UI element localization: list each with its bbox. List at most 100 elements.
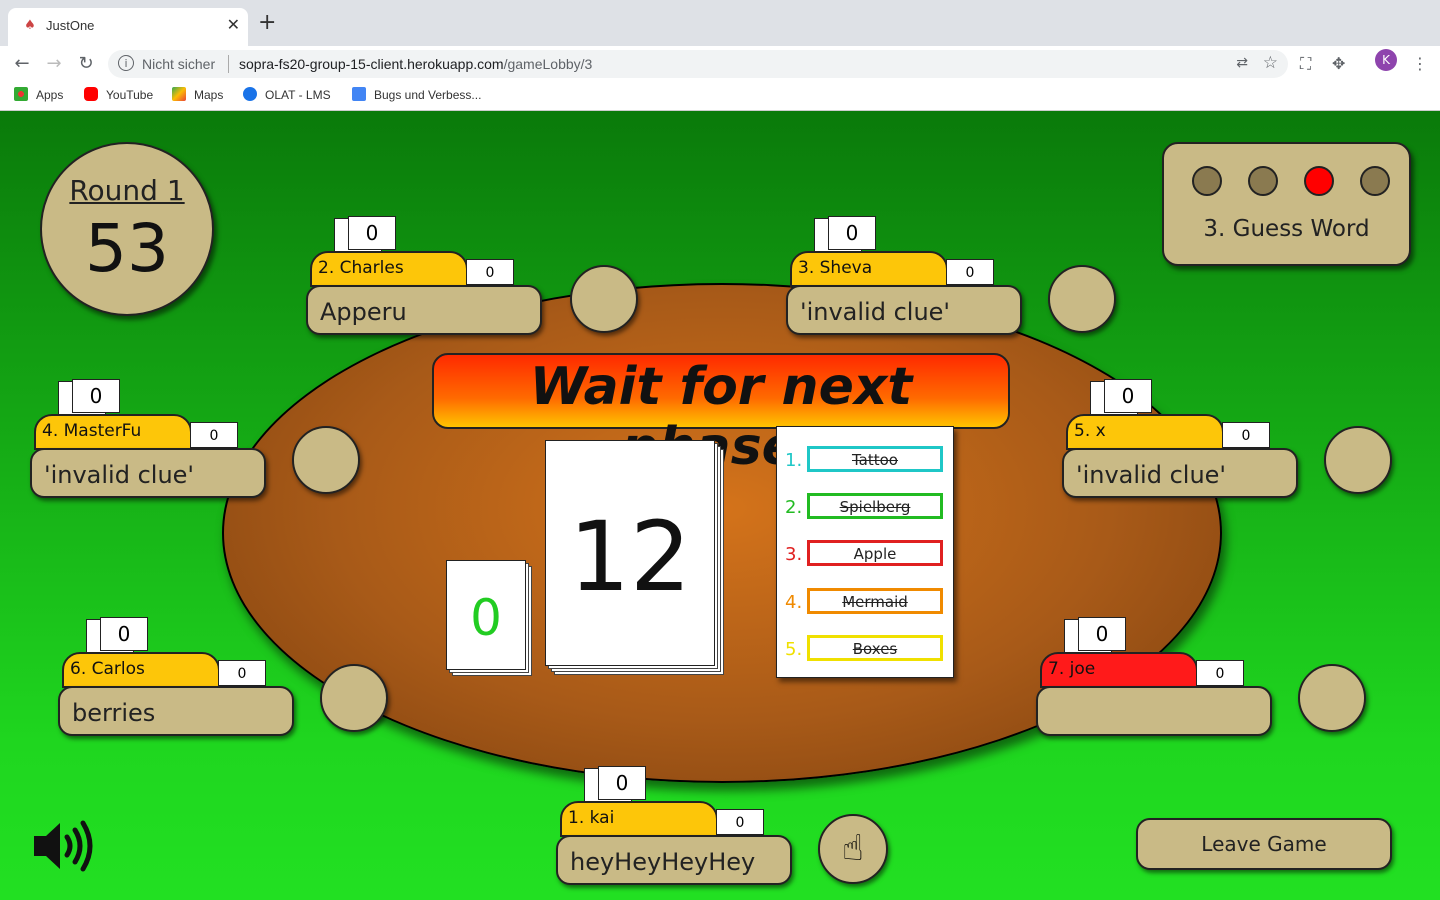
phase-indicator: 3. Guess Word: [1162, 142, 1411, 266]
hand-pointer-button[interactable]: ☝: [818, 814, 888, 884]
youtube-icon: [84, 87, 98, 101]
forward-icon[interactable]: →: [42, 52, 66, 76]
url-host: sopra-fs20-group-15-client.herokuapp.com: [239, 56, 504, 72]
player-name: 3. Sheva: [790, 251, 948, 287]
player-clue: 'invalid clue': [30, 448, 266, 498]
tab-favicon-icon: ♠: [24, 18, 36, 33]
player-small-score: 0: [218, 660, 266, 686]
mystery-word-card: 1. Tattoo 2. Spielberg 3. Apple 4. Merma…: [776, 426, 954, 678]
word-box: Tattoo: [807, 446, 943, 472]
player-score-card: 0: [72, 379, 120, 413]
player-token: [1298, 664, 1366, 732]
player-clue: berries: [58, 686, 294, 736]
player-small-score: 0: [1222, 422, 1270, 448]
screenshot-icon[interactable]: ⛶: [1300, 54, 1311, 74]
translate-icon[interactable]: ⇄: [1236, 55, 1248, 71]
phase-dot-active: [1304, 166, 1334, 196]
player-small-score: 0: [466, 259, 514, 285]
browser-tab-strip: ♠ JustOne ✕ +: [0, 0, 1440, 46]
word-box: Spielberg: [807, 493, 943, 519]
deck-pile: 12: [545, 440, 715, 666]
player-clue: 'invalid clue': [786, 285, 1022, 335]
game-board: Round 1 53 3. Guess Word 0 2. Charles 0 …: [0, 111, 1440, 900]
guessed-cards-pile: 0: [446, 560, 526, 670]
player-score-card: 0: [1104, 379, 1152, 413]
player-name: 7. joe: [1040, 652, 1198, 688]
bookmark-label: Apps: [36, 88, 64, 102]
url-text: sopra-fs20-group-15-client.herokuapp.com…: [239, 56, 592, 72]
player-clue: 'invalid clue': [1062, 448, 1298, 498]
word-number: 2.: [785, 497, 803, 518]
player-clue: Apperu: [306, 285, 542, 335]
word-box: Mermaid: [807, 588, 943, 614]
player-score-card: 0: [100, 617, 148, 651]
leave-game-button[interactable]: Leave Game: [1136, 818, 1392, 870]
player-score-card: 0: [348, 216, 396, 250]
tab-close-icon[interactable]: ✕: [227, 16, 240, 34]
info-icon[interactable]: i: [118, 55, 134, 71]
maps-icon: [172, 87, 186, 101]
word-box: Apple: [807, 540, 943, 566]
player-score-card: 0: [828, 216, 876, 250]
reload-icon[interactable]: ↻: [74, 52, 98, 76]
browser-tab[interactable]: ♠ JustOne ✕: [8, 8, 248, 46]
player-small-score: 0: [1196, 660, 1244, 686]
timer-value: 53: [85, 210, 169, 287]
bookmark-label: YouTube: [106, 88, 154, 102]
back-icon[interactable]: ←: [10, 52, 34, 76]
player-name: 1. kai: [560, 801, 718, 837]
bookmark-bugs[interactable]: Bugs und Verbess...: [352, 87, 481, 102]
player-token: [320, 664, 388, 732]
word-number: 5.: [785, 639, 803, 660]
player-token: [570, 265, 638, 333]
player-name: 6. Carlos: [62, 652, 220, 688]
speaker-icon: [34, 820, 93, 872]
tab-title: JustOne: [46, 18, 95, 33]
word-row: 3. Apple: [785, 540, 945, 568]
phase-label: 3. Guess Word: [1203, 216, 1370, 242]
player-name: 5. x: [1066, 414, 1224, 450]
round-label: Round 1: [69, 174, 185, 207]
player-score-card: 0: [598, 766, 646, 800]
word-row: 4. Mermaid: [785, 588, 945, 616]
new-tab-icon[interactable]: +: [258, 11, 276, 35]
word-number: 1.: [785, 450, 803, 471]
bookmark-olat[interactable]: OLAT - LMS: [243, 87, 331, 102]
phase-dot: [1248, 166, 1278, 196]
bookmark-label: Bugs und Verbess...: [374, 88, 482, 102]
player-name: 2. Charles: [310, 251, 468, 287]
bookmark-apps[interactable]: Apps: [14, 87, 63, 102]
player-name: 4. MasterFu: [34, 414, 192, 450]
bookmark-label: OLAT - LMS: [265, 88, 331, 102]
round-timer: Round 1 53: [40, 142, 214, 316]
bookmark-maps[interactable]: Maps: [172, 87, 223, 102]
word-number: 3.: [785, 544, 803, 565]
bookmarks-bar: Apps YouTube Maps OLAT - LMS Bugs und Ve…: [0, 82, 1440, 111]
address-bar[interactable]: i Nicht sicher sopra-fs20-group-15-clien…: [108, 50, 1288, 78]
player-score-card: 0: [1078, 617, 1126, 651]
player-token: [1324, 426, 1392, 494]
bookmark-youtube[interactable]: YouTube: [84, 87, 153, 102]
hand-pointer-icon: ☝: [842, 828, 864, 869]
word-number: 4.: [785, 592, 803, 613]
url-path: /gameLobby/3: [503, 56, 593, 72]
security-label: Nicht sicher: [142, 56, 216, 72]
phase-dot: [1192, 166, 1222, 196]
docs-icon: [352, 87, 366, 101]
move-icon[interactable]: ✥: [1332, 54, 1345, 73]
bookmark-label: Maps: [194, 88, 224, 102]
url-divider: [228, 55, 229, 73]
phase-banner: Wait for next phase!: [432, 353, 1010, 477]
profile-avatar[interactable]: K: [1375, 49, 1397, 71]
menu-icon[interactable]: ⋮: [1412, 54, 1428, 73]
word-box: Boxes: [807, 635, 943, 661]
word-row: 1. Tattoo: [785, 446, 945, 474]
apps-icon: [14, 87, 28, 101]
bookmark-star-icon[interactable]: ☆: [1263, 53, 1278, 73]
sound-toggle[interactable]: [34, 819, 96, 873]
deck-count: 12: [568, 501, 692, 613]
player-clue: heyHeyHeyHey: [556, 835, 792, 885]
player-small-score: 0: [716, 809, 764, 835]
olat-icon: [243, 87, 257, 101]
player-token: [1048, 265, 1116, 333]
